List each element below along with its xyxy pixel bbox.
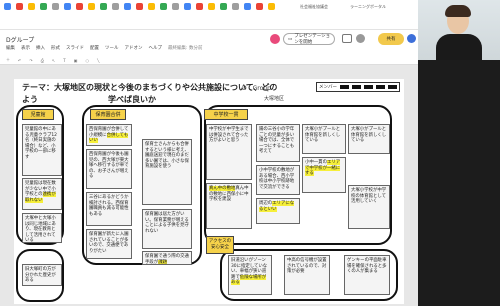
redacted-member-names — [340, 85, 398, 89]
add-icon[interactable]: ＋ — [6, 57, 10, 63]
menu-item[interactable]: 挿入 — [36, 45, 45, 51]
sticky-note[interactable]: 保育園は居た方がいい。保育業務が増えることによる子供を見守れない — [142, 209, 192, 249]
browser-tab-icon[interactable] — [172, 3, 179, 10]
textbox-icon[interactable]: T — [63, 58, 65, 63]
browser-tab-icon[interactable] — [136, 3, 143, 10]
browser-tab-icon[interactable] — [184, 3, 191, 10]
header-chugakko: 中学校一貫 — [204, 109, 248, 120]
comment-icon[interactable] — [342, 34, 352, 43]
browser-tab-icon[interactable] — [88, 3, 95, 10]
sticky-note[interactable]: 保育士さんからも合併するという様に考え、園庭送迎で現在のまだ多い園では、小さな保… — [142, 139, 192, 205]
sticky-note[interactable]: 保育園で通う際の交通手段が課題 — [142, 251, 192, 265]
browser-tab-icon[interactable] — [64, 3, 71, 10]
image-icon[interactable]: ▣ — [74, 58, 78, 63]
sticky-note[interactable]: 大塚小がプールと体育館を新しくしている — [348, 124, 390, 154]
sticky-note[interactable]: 中学校が中学生までは併設されて合った方がよいと思う — [206, 124, 252, 180]
browser-tab-icon[interactable] — [160, 3, 167, 10]
sticky-note[interactable]: 小中一貫のエリアで中学校が一緒にする — [302, 157, 346, 193]
avatar[interactable] — [356, 34, 365, 43]
sticky-note[interactable]: 大塚小学校が中学校の体育館として活用していく — [348, 185, 390, 229]
browser-tab-icon[interactable] — [76, 3, 83, 10]
browser-tab-icon[interactable] — [196, 3, 203, 10]
sticky-note[interactable]: 大塚中と大塚小は同じ地域にあり、現在教育として活用されている — [22, 213, 62, 243]
line-icon[interactable]: ╲ — [97, 58, 99, 63]
sticky-note[interactable]: 三谷にあるかどうか検討される。西保育園職員も減る可能性もある — [86, 192, 132, 226]
theme-title-start: よう — [22, 95, 38, 104]
browser-tab-icon[interactable] — [268, 3, 275, 10]
browser-tab-icon[interactable] — [100, 3, 107, 10]
avatar[interactable] — [270, 34, 280, 44]
header-access: アクセスの 安心安全 — [206, 236, 234, 254]
participant-video[interactable] — [418, 0, 500, 60]
browser-tab-icon[interactable] — [256, 3, 263, 10]
sticky-note[interactable]: 児童館は現在数が少ない中で小学校との連携が取れない — [22, 178, 62, 210]
theme-title-line1: テーマ：大塚地区の現状と今後のまちづくりや公共施設について、どの — [22, 83, 278, 92]
last-edit-text: 最終編集: 数分前 — [168, 46, 203, 51]
document-title[interactable]: Dグループ — [6, 35, 34, 44]
bookmark-link-2[interactable]: ラーニングポータル — [350, 4, 386, 10]
print-icon[interactable]: ⎙ — [41, 58, 44, 63]
sticky-note[interactable]: 児童館の中にある児童クラブ12名（終日実施の場合）など、小学校の一部に移す — [22, 124, 62, 176]
toolbar: ＋ ↶ ↷ ⎙ ↖ T ▣ ○ ╲ — [0, 55, 418, 65]
video-call-panel — [418, 0, 500, 306]
menu-item[interactable]: 編集 — [6, 45, 15, 51]
browser-tab-icon[interactable] — [28, 3, 35, 10]
browser-tab-icon[interactable] — [244, 3, 251, 10]
theme-title-end: 学べば良いか — [108, 95, 156, 104]
district-label: 大塚地区 — [264, 96, 285, 102]
sticky-note[interactable]: 周辺のエリアになるといい — [256, 198, 300, 224]
sticky-note[interactable]: 中高の信号機が設置されているので、対策が必要 — [284, 255, 330, 295]
sticky-note[interactable]: ゲンキーの平面駐車場を確保されると多くの人が集まる — [344, 255, 390, 295]
browser-tab-icon[interactable] — [148, 3, 155, 10]
sticky-note[interactable]: 西保育園が今後も園児の、西大塚が東大塚へ移行するが車での、お子さんが増える — [86, 149, 132, 189]
undo-icon[interactable]: ↶ — [18, 58, 21, 63]
member-label: メンバー — [319, 85, 337, 90]
browser-tab-icon[interactable] — [40, 3, 47, 10]
slide-canvas: テーマ：大塚地区の現状と今後のまちづくりや公共施設について、どの よう 学べば良い… — [0, 65, 418, 306]
browser-tab-icon[interactable] — [4, 3, 11, 10]
header-hoikuen: 保育園合併 — [90, 109, 126, 120]
browser-bookmarks-bar: 社会福祉協議会 ラーニングポータル — [0, 0, 418, 30]
theme-title-line2: よう 学べば良いか — [22, 94, 156, 105]
participant-body — [436, 34, 482, 60]
menu-bar: 編集 表示 挿入 形式 スライド 配置 ツール アドオン ヘルプ 最終編集: 数… — [6, 45, 202, 51]
menu-item[interactable]: スライド — [66, 45, 84, 51]
browser-tab-icon[interactable] — [112, 3, 119, 10]
browser-tab-icon[interactable] — [124, 3, 131, 10]
browser-tab-icon[interactable] — [52, 3, 59, 10]
menu-item[interactable]: 配置 — [90, 45, 99, 51]
share-label: 共有 — [386, 37, 396, 42]
slides-app-header: Dグループ 編集 表示 挿入 形式 スライド 配置 ツール アドオン ヘルプ 最… — [0, 30, 418, 65]
sticky-note[interactable]: 旧大塚町の方が分かれた歴史がある — [22, 264, 62, 286]
avatar[interactable] — [407, 34, 416, 43]
participant-hair — [445, 5, 471, 17]
menu-item[interactable]: アドオン — [125, 45, 143, 51]
share-button[interactable]: 共有 — [378, 33, 404, 45]
menu-item[interactable]: 表示 — [21, 45, 30, 51]
bookmark-link-1[interactable]: 社会福祉協議会 — [300, 4, 328, 10]
sticky-note[interactable]: 西保育園が合併して小規模に合併してもいい — [86, 124, 132, 146]
sticky-note[interactable]: 保育園が新たに入園されていることが多いので、交通便でありがたい — [86, 229, 132, 259]
sticky-note[interactable]: 真ん中の敷地真ん中の敷地に西保小に中学校を建設 — [206, 183, 252, 229]
menu-item[interactable]: ヘルプ — [149, 45, 163, 51]
browser-tab-icon[interactable] — [232, 3, 239, 10]
present-button[interactable]: ▭ プレゼンテーションを開始 — [283, 33, 335, 45]
menu-item[interactable]: 形式 — [51, 45, 60, 51]
browser-tab-icon[interactable] — [220, 3, 227, 10]
group-label: D Group — [242, 85, 271, 92]
cursor-icon[interactable]: ↖ — [52, 58, 55, 63]
menu-item[interactable]: ツール — [105, 45, 119, 51]
sticky-note[interactable]: 小中学校の敷地がある場合、西小学校は中小学校跡地で交流ができる — [256, 165, 300, 195]
sticky-note[interactable]: 旧道沿いがゾーン30に指定していない、車幅が狭い道路で危険な場所がある — [228, 255, 272, 295]
sticky-note[interactable]: 陽の三谷小の学年ごとの児童が多い場合では、全体で一つにすることも考えて — [256, 124, 300, 162]
shape-icon[interactable]: ○ — [86, 58, 90, 63]
browser-tab-icon[interactable] — [16, 3, 23, 10]
slideshow-icon: ▭ — [288, 36, 293, 42]
slide[interactable]: テーマ：大塚地区の現状と今後のまちづくりや公共施設について、どの よう 学べば良い… — [14, 79, 404, 304]
sticky-note[interactable]: 大塚小がプールと体育館を新しくしている — [302, 124, 346, 154]
redo-icon[interactable]: ↷ — [29, 58, 32, 63]
present-label: プレゼンテーションを開始 — [294, 34, 331, 45]
browser-tab-icon[interactable] — [208, 3, 215, 10]
header-jido: 児童館 — [22, 109, 54, 120]
